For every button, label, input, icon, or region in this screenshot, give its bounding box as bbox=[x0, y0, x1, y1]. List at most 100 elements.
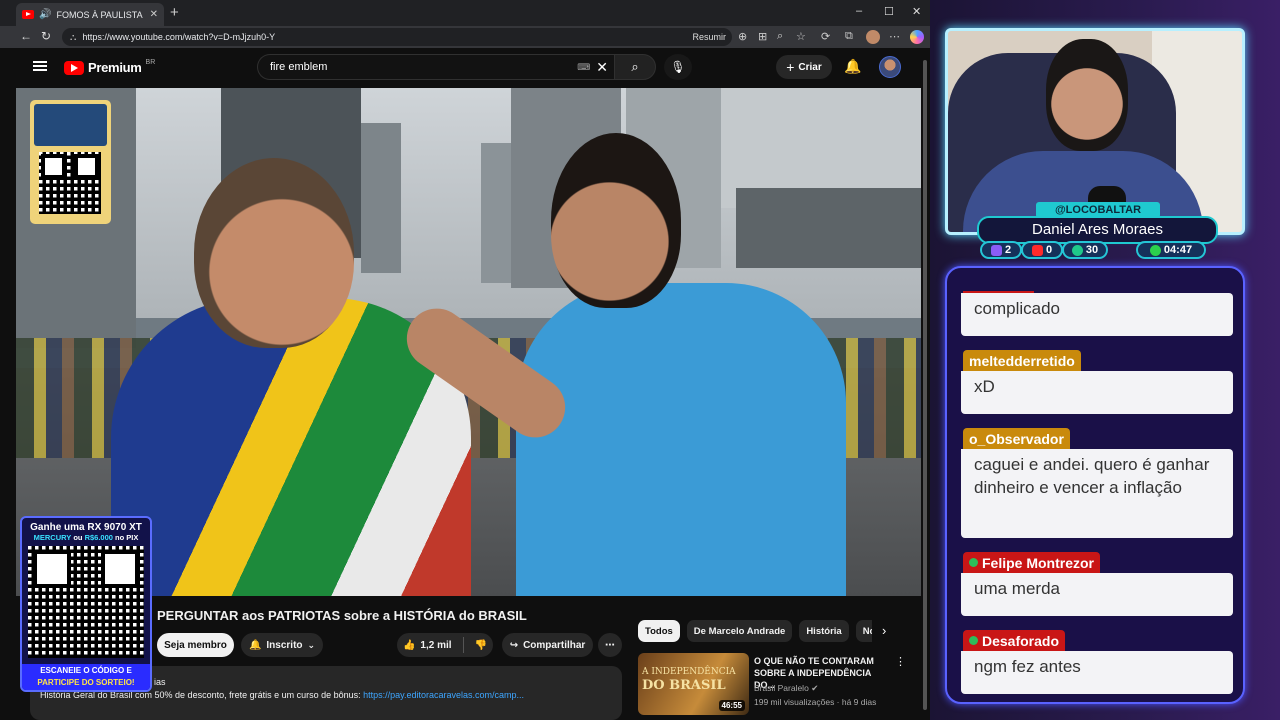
voice-search-button[interactable]: 🎙 bbox=[664, 54, 692, 80]
search-input[interactable]: fire emblem ⌨ ✕ bbox=[257, 54, 614, 80]
giveaway-footer-line2: PARTICIPE DO SORTEIO! bbox=[37, 678, 135, 687]
divider bbox=[462, 637, 464, 653]
extensions-icon[interactable]: ⧉ bbox=[845, 30, 853, 43]
favorite-star-icon[interactable]: ☆ bbox=[796, 30, 806, 43]
join-button[interactable]: Seja membro bbox=[157, 633, 234, 657]
chat-username: o_Observador bbox=[963, 428, 1070, 449]
profile-avatar-icon[interactable] bbox=[866, 30, 880, 44]
copilot-icon[interactable] bbox=[910, 30, 924, 44]
stat-youtube-value: 0 bbox=[1045, 244, 1053, 256]
youtube-favicon-icon bbox=[22, 10, 34, 19]
plus-icon: + bbox=[786, 59, 795, 75]
reload-icon[interactable]: ↻ bbox=[41, 29, 51, 43]
giveaway-or: ou bbox=[71, 533, 85, 542]
viewers-icon bbox=[1071, 244, 1083, 256]
chat-message: ngm fez antes bbox=[961, 651, 1233, 694]
microphone-icon: 🎙 bbox=[670, 60, 686, 74]
recommended-video-thumbnail[interactable]: A INDEPENDÊNCIA DO BRASIL 46:55 bbox=[638, 653, 749, 715]
translate-icon[interactable]: ⊕ bbox=[738, 30, 747, 43]
create-button[interactable]: + Criar bbox=[776, 55, 832, 79]
chat-message: complicado bbox=[961, 293, 1233, 336]
subscribed-button[interactable]: 🔔 Inscrito ⌄ bbox=[241, 633, 323, 657]
zoom-icon[interactable]: ⌕ bbox=[777, 30, 783, 43]
recommended-channel[interactable]: Brasil Paralelo ✔ bbox=[754, 683, 818, 694]
tab-youtube-video[interactable]: 🔊 FOMOS À PAULISTA PERGUNTAR ✕ bbox=[16, 3, 164, 26]
share-button[interactable]: ↪ Compartilhar bbox=[502, 633, 593, 657]
chat-message: uma merda bbox=[961, 573, 1233, 616]
url-field[interactable]: ⛬ https://www.youtube.com/watch?v=D-mJjz… bbox=[62, 28, 732, 46]
new-tab-button[interactable]: + bbox=[170, 4, 179, 21]
dislike-icon[interactable]: 👎 bbox=[475, 640, 487, 651]
description-link[interactable]: https://pay.editoracaravelas.com/camp... bbox=[363, 690, 524, 700]
more-vertical-icon[interactable]: ⋮ bbox=[895, 655, 906, 668]
more-menu-icon[interactable]: ⋯ bbox=[889, 30, 900, 43]
giveaway-suffix: no PIX bbox=[112, 533, 139, 542]
book-qr-promo[interactable] bbox=[30, 100, 111, 224]
share-label: Compartilhar bbox=[523, 639, 586, 651]
chat-user-badge: Desaforado bbox=[963, 630, 1066, 651]
chip-de-marcelo-andrade[interactable]: De Marcelo Andrade bbox=[686, 620, 793, 642]
stat-viewers: 30 bbox=[1062, 241, 1108, 259]
giveaway-prize-2: R$6.000 bbox=[84, 533, 113, 542]
search-query: fire emblem bbox=[270, 61, 328, 73]
subscribed-label: Inscrito bbox=[266, 639, 303, 651]
user-status-icon bbox=[969, 636, 978, 645]
chevron-right-icon[interactable]: › bbox=[882, 623, 886, 638]
chat-username: Felipe Montrezor bbox=[982, 554, 1095, 571]
video-man-head bbox=[194, 158, 354, 348]
video-duration: 46:55 bbox=[718, 700, 745, 711]
scrollbar-thumb[interactable] bbox=[923, 60, 927, 710]
youtube-play-icon bbox=[64, 60, 84, 75]
maximize-button[interactable]: ☐ bbox=[884, 5, 894, 18]
hamburger-menu-icon[interactable] bbox=[33, 61, 47, 71]
like-count[interactable]: 1,2 mil bbox=[420, 640, 451, 651]
notifications-bell-icon[interactable]: 🔔 bbox=[844, 58, 861, 75]
chip-noticias[interactable]: Notícias bbox=[855, 620, 872, 642]
close-tab-icon[interactable]: ✕ bbox=[150, 9, 158, 20]
chevron-down-icon: ⌄ bbox=[307, 639, 316, 650]
minimize-button[interactable]: – bbox=[856, 5, 862, 17]
site-info-icon[interactable]: ⛬ bbox=[70, 32, 76, 43]
thumbnail-text-line2: DO BRASIL bbox=[642, 678, 726, 693]
search-button[interactable]: ⌕ bbox=[614, 54, 656, 80]
clear-search-icon[interactable]: ✕ bbox=[596, 59, 608, 76]
speaker-icon[interactable]: 🔊 bbox=[39, 9, 51, 20]
giveaway-qr-code-icon bbox=[28, 546, 144, 658]
video-interviewer-shirt bbox=[516, 283, 846, 596]
chips-bar: Todos De Marcelo Andrade História Notíci… bbox=[638, 620, 872, 642]
tab-bar: 🔊 FOMOS À PAULISTA PERGUNTAR ✕ + – ☐ ✕ bbox=[0, 0, 930, 26]
video-title: PERGUNTAR aos PATRIOTAS sobre a HISTÓRIA… bbox=[157, 608, 527, 623]
apps-icon[interactable]: ⊞ bbox=[758, 30, 767, 43]
chat-message: caguei e andei. quero é ganhar dinheiro … bbox=[961, 449, 1233, 538]
user-status-icon bbox=[969, 558, 978, 567]
refresh-extension-icon[interactable]: ⟳ bbox=[821, 30, 830, 43]
video-building bbox=[361, 123, 401, 273]
giveaway-promo: Ganhe uma RX 9070 XT MERCURY ou R$6.000 … bbox=[20, 516, 152, 692]
keyboard-icon[interactable]: ⌨ bbox=[577, 62, 590, 73]
like-icon[interactable]: 👍 bbox=[403, 640, 415, 651]
back-arrow-icon[interactable]: ← bbox=[20, 29, 32, 43]
stat-chat-value: 2 bbox=[1004, 244, 1012, 256]
giveaway-footer: ESCANEIE O CÓDIGO E PARTICIPE DO SORTEIO… bbox=[22, 664, 150, 690]
create-label: Criar bbox=[798, 61, 822, 73]
youtube-premium-logo[interactable]: Premium BR bbox=[64, 59, 155, 75]
description-fragment: ias bbox=[154, 677, 166, 687]
more-actions-button[interactable]: ⋯ bbox=[598, 633, 622, 657]
resumir-button[interactable]: Resumir bbox=[692, 32, 726, 42]
video-interviewer-head bbox=[551, 133, 681, 308]
chip-historia[interactable]: História bbox=[799, 620, 849, 642]
giveaway-headline: Ganhe uma RX 9070 XT bbox=[30, 522, 142, 533]
close-window-button[interactable]: ✕ bbox=[912, 5, 921, 18]
giveaway-subline: MERCURY ou R$6.000 no PIX bbox=[22, 533, 150, 542]
share-icon: ↪ bbox=[509, 639, 519, 651]
chat-username: Desaforado bbox=[982, 632, 1060, 649]
giveaway-prize-1: MERCURY bbox=[33, 533, 72, 542]
youtube-header: Premium BR fire emblem ⌨ ✕ ⌕ 🎙 + Criar 🔔 bbox=[0, 48, 930, 88]
logo-text: Premium bbox=[88, 60, 142, 75]
stat-youtube: 0 bbox=[1021, 241, 1063, 259]
page-scrollbar[interactable] bbox=[921, 50, 929, 720]
account-avatar[interactable] bbox=[879, 56, 901, 78]
chip-todos[interactable]: Todos bbox=[638, 620, 680, 642]
chat-username: meltedderretido bbox=[963, 350, 1081, 371]
chat-message: xD bbox=[961, 371, 1233, 414]
